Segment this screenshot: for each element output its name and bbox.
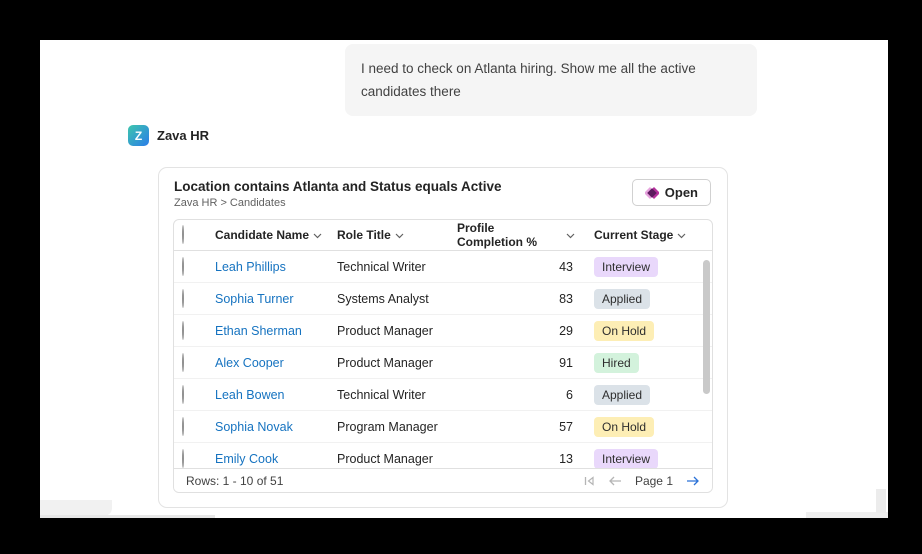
column-header-profile-completion[interactable]: Profile Completion % (457, 221, 577, 249)
table-header-row: Candidate Name Role Title Profile Comple… (174, 220, 712, 251)
role-title-cell: Product Manager (337, 324, 457, 338)
chevron-down-icon (566, 233, 575, 239)
card-title: Location contains Atlanta and Status equ… (174, 179, 502, 194)
table-body: Leah Phillips Technical Writer 43 Interv… (174, 251, 712, 469)
user-message-bubble: I need to check on Atlanta hiring. Show … (345, 44, 757, 116)
table-footer: Rows: 1 - 10 of 51 Page 1 (174, 468, 712, 492)
agent-icon-letter: Z (135, 129, 142, 143)
table-row: Leah Phillips Technical Writer 43 Interv… (174, 251, 712, 283)
row-checkbox[interactable] (182, 449, 184, 468)
stage-badge: Interview (594, 257, 658, 277)
column-label: Current Stage (594, 228, 673, 242)
agent-name: Zava HR (157, 128, 209, 143)
next-page-icon[interactable] (685, 475, 700, 487)
table-row: Emily Cook Product Manager 13 Interview (174, 443, 712, 469)
candidate-name-link[interactable]: Sophia Novak (215, 420, 337, 434)
candidate-name-link[interactable]: Leah Bowen (215, 388, 337, 402)
profile-completion-cell: 6 (457, 388, 577, 402)
candidate-name-link[interactable]: Alex Cooper (215, 356, 337, 370)
table-row: Ethan Sherman Product Manager 29 On Hold (174, 315, 712, 347)
row-checkbox[interactable] (182, 321, 184, 340)
profile-completion-cell: 57 (457, 420, 577, 434)
role-title-cell: Technical Writer (337, 260, 457, 274)
row-checkbox[interactable] (182, 289, 184, 308)
stage-badge: Hired (594, 353, 639, 373)
column-label: Candidate Name (215, 228, 309, 242)
profile-completion-cell: 91 (457, 356, 577, 370)
chevron-down-icon (395, 233, 404, 239)
zava-hr-logo-icon: Z (128, 125, 149, 146)
page-number-label: Page 1 (635, 474, 673, 488)
candidate-name-link[interactable]: Leah Phillips (215, 260, 337, 274)
row-checkbox[interactable] (182, 353, 184, 372)
column-header-candidate-name[interactable]: Candidate Name (215, 228, 337, 242)
chevron-down-icon (677, 233, 686, 239)
profile-completion-cell: 29 (457, 324, 577, 338)
results-card: Location contains Atlanta and Status equ… (158, 167, 728, 508)
table-row: Leah Bowen Technical Writer 6 Applied (174, 379, 712, 411)
table-row: Alex Cooper Product Manager 91 Hired (174, 347, 712, 379)
profile-completion-cell: 83 (457, 292, 577, 306)
candidate-name-link[interactable]: Ethan Sherman (215, 324, 337, 338)
select-all-checkbox[interactable] (182, 225, 184, 244)
candidate-name-link[interactable]: Emily Cook (215, 452, 337, 466)
profile-completion-cell: 13 (457, 452, 577, 466)
role-title-cell: Product Manager (337, 356, 457, 370)
candidate-name-link[interactable]: Sophia Turner (215, 292, 337, 306)
column-label: Profile Completion % (457, 221, 562, 249)
first-page-icon[interactable] (582, 474, 596, 488)
pagination: Page 1 (582, 474, 700, 488)
window-scrollbar-fragment (876, 489, 886, 513)
rows-count-label: Rows: 1 - 10 of 51 (186, 474, 283, 488)
stage-badge: On Hold (594, 321, 654, 341)
table-row: Sophia Novak Program Manager 57 On Hold (174, 411, 712, 443)
column-label: Role Title (337, 228, 391, 242)
role-title-cell: Technical Writer (337, 388, 457, 402)
stage-badge: Interview (594, 449, 658, 469)
cropped-ui-edge-left (40, 515, 215, 518)
role-title-cell: Program Manager (337, 420, 457, 434)
chat-window: I need to check on Atlanta hiring. Show … (40, 40, 888, 518)
cropped-ui-fragment-left (40, 500, 112, 516)
stage-badge: Applied (594, 385, 650, 405)
breadcrumb: Zava HR > Candidates (174, 197, 286, 209)
agent-header: Z Zava HR (128, 125, 209, 146)
column-header-current-stage[interactable]: Current Stage (577, 228, 712, 242)
row-checkbox[interactable] (182, 385, 184, 404)
stage-badge: Applied (594, 289, 650, 309)
open-button[interactable]: Open (632, 179, 711, 206)
chevron-down-icon (313, 233, 322, 239)
previous-page-icon[interactable] (608, 475, 623, 487)
power-apps-icon (645, 186, 659, 200)
role-title-cell: Systems Analyst (337, 292, 457, 306)
row-checkbox[interactable] (182, 257, 184, 276)
stage-badge: On Hold (594, 417, 654, 437)
role-title-cell: Product Manager (337, 452, 457, 466)
candidates-table: Candidate Name Role Title Profile Comple… (173, 219, 713, 493)
user-message-text: I need to check on Atlanta hiring. Show … (361, 61, 696, 99)
column-header-role-title[interactable]: Role Title (337, 228, 457, 242)
open-button-label: Open (665, 185, 698, 200)
row-checkbox[interactable] (182, 417, 184, 436)
table-row: Sophia Turner Systems Analyst 83 Applied (174, 283, 712, 315)
table-scrollbar-thumb[interactable] (703, 260, 710, 394)
profile-completion-cell: 43 (457, 260, 577, 274)
